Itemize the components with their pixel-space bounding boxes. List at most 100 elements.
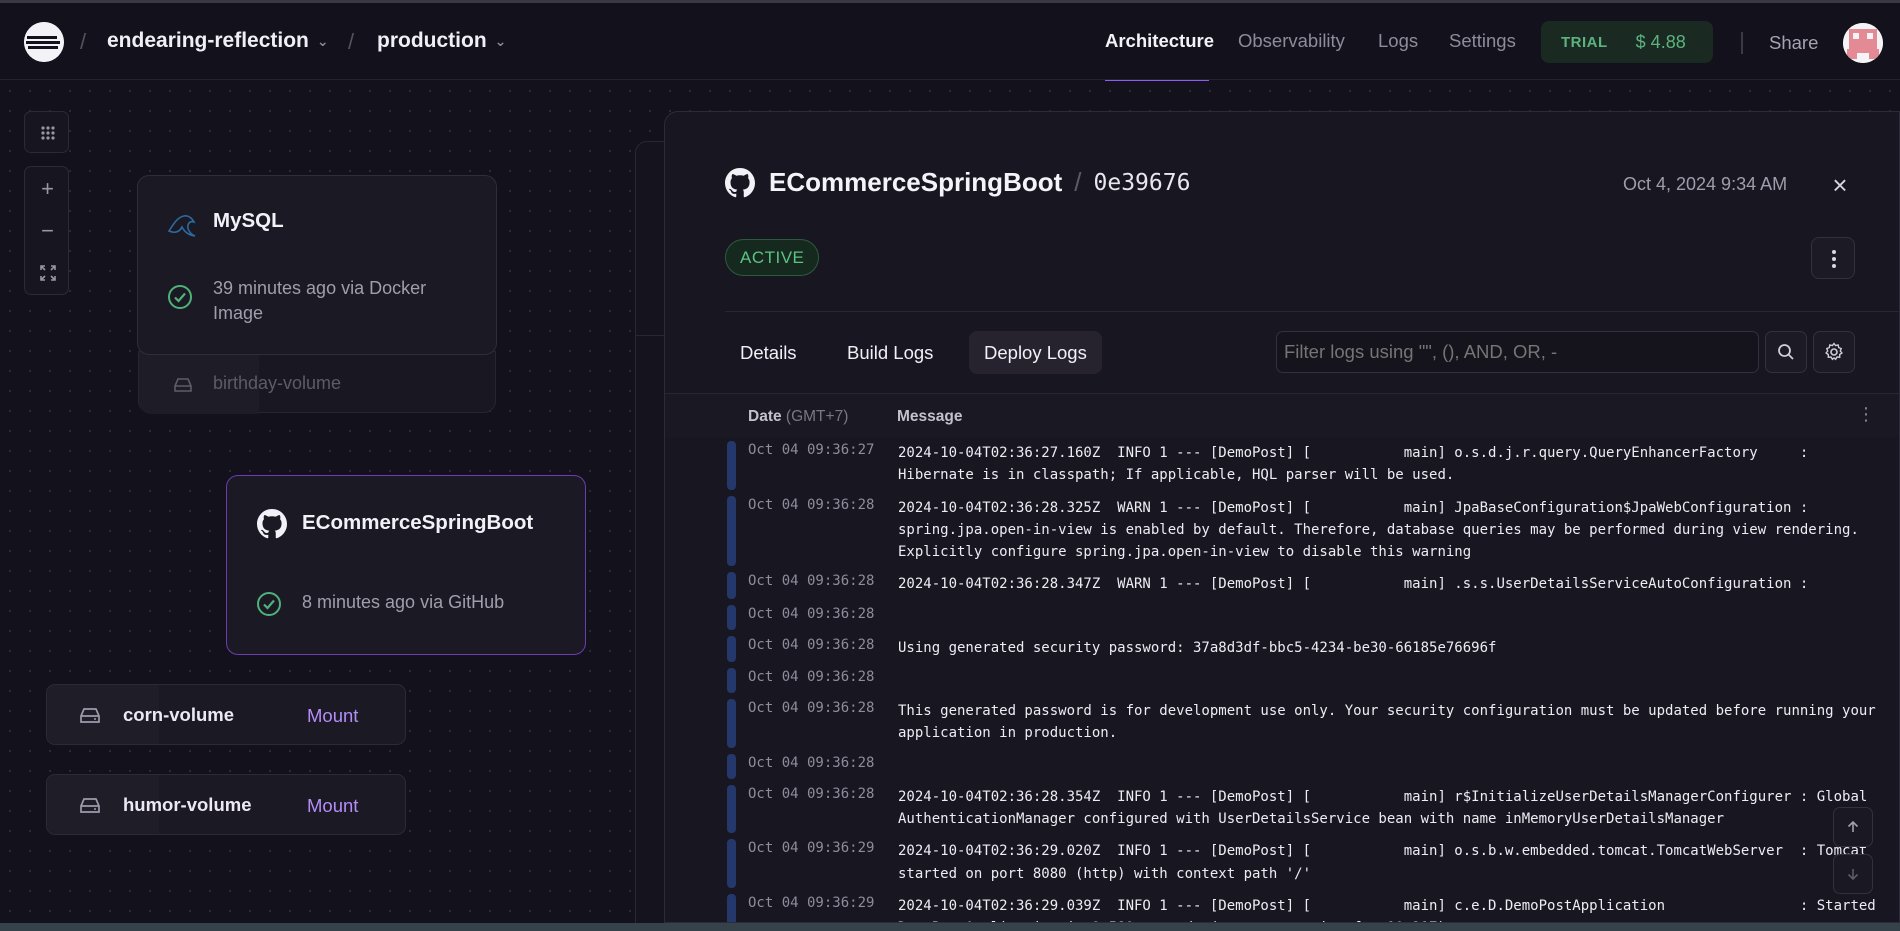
environment-name: production [377, 29, 487, 52]
title-separator: / [1074, 167, 1082, 197]
canvas-grid-button[interactable] [24, 111, 69, 153]
nav-observability[interactable]: Observability [1238, 30, 1345, 52]
log-message [898, 665, 1888, 696]
log-level-bar [727, 753, 736, 779]
log-row[interactable]: Oct 04 09:36:28 Using generated security … [665, 633, 1899, 665]
tab-deploy-logs[interactable]: Deploy Logs [969, 331, 1102, 374]
volume-humor[interactable]: humor-volume Mount [46, 774, 406, 835]
log-timestamp: Oct 04 09:36:27 [748, 442, 875, 458]
scroll-top-button[interactable] [1833, 807, 1873, 847]
log-row[interactable]: Oct 04 09:36:28 This generated password i… [665, 696, 1899, 751]
close-icon[interactable]: × [1827, 172, 1853, 198]
log-row[interactable]: Oct 04 09:36:28 2024-10-04T02:36:28.347Z … [665, 569, 1899, 601]
column-options-icon[interactable]: ⋮ [1857, 404, 1875, 425]
log-filter-input[interactable] [1276, 331, 1759, 373]
nav-logs[interactable]: Logs [1378, 30, 1418, 52]
log-message: 2024-10-04T02:36:27.160Z INFO 1 --- [Dem… [898, 445, 1817, 484]
log-table-header: Date (GMT+7) Message ⋮ [665, 393, 1899, 437]
log-row[interactable]: Oct 04 09:36:29 2024-10-04T02:36:29.039Z … [665, 891, 1899, 922]
top-header: / endearing-reflection ⌄ / production ⌄ … [0, 3, 1900, 82]
github-icon [725, 167, 755, 197]
volume-corn[interactable]: corn-volume Mount [46, 684, 406, 745]
log-row[interactable]: Oct 04 09:36:28 [665, 751, 1899, 782]
volume-name: corn-volume [123, 704, 235, 725]
ecommerce-title: ECommerceSpringBoot [302, 511, 534, 534]
success-check-icon [257, 592, 281, 616]
project-selector[interactable]: endearing-reflection ⌄ [107, 29, 329, 53]
commit-hash[interactable]: 0e39676 [1094, 170, 1191, 196]
log-timestamp: Oct 04 09:36:28 [748, 669, 875, 686]
volume-attachment-birthday[interactable]: birthday-volume [138, 351, 496, 414]
header-divider [1741, 32, 1743, 54]
nav-settings[interactable]: Settings [1449, 30, 1516, 52]
log-row[interactable]: Oct 04 09:36:27 2024-10-04T02:36:27.160Z … [665, 438, 1899, 493]
log-row[interactable]: Oct 04 09:36:28 [665, 665, 1899, 696]
mysql-service-card[interactable]: MySQL 39 minutes ago via Docker Image [137, 175, 497, 355]
log-timestamp: Oct 04 09:36:28 [748, 573, 875, 590]
log-timestamp: Oct 04 09:36:28 [748, 785, 875, 802]
mysql-status: 39 minutes ago via Docker Image [213, 278, 427, 323]
scroll-bottom-button[interactable] [1833, 854, 1873, 894]
search-button[interactable] [1765, 331, 1807, 373]
user-avatar[interactable] [1843, 23, 1883, 63]
log-message: 2024-10-04T02:36:29.039Z INFO 1 --- [Dem… [898, 897, 1876, 922]
nav-architecture[interactable]: Architecture [1105, 30, 1214, 52]
log-timestamp: Oct 04 09:36:28 [748, 496, 875, 513]
volume-name: birthday-volume [213, 373, 342, 393]
trial-label: TRIAL [1561, 33, 1608, 51]
volume-icon [80, 798, 100, 813]
breadcrumb-separator: / [348, 29, 355, 54]
search-icon [1778, 344, 1794, 360]
deployment-panel: ECommerceSpringBoot / 0e39676 Oct 4, 202… [664, 111, 1900, 923]
trial-credits[interactable]: TRIAL $ 4.88 [1541, 21, 1713, 63]
success-check-icon [168, 285, 192, 309]
arrow-down-icon [1847, 869, 1859, 881]
chevron-down-icon: ⌄ [494, 32, 507, 49]
service-name: ECommerceSpringBoot [769, 167, 1063, 197]
log-row[interactable]: Oct 04 09:36:29 2024-10-04T02:36:29.020Z … [665, 836, 1899, 891]
fit-view-icon[interactable] [25, 253, 70, 293]
log-level-bar [727, 604, 736, 630]
railway-logo-icon[interactable] [24, 22, 64, 62]
vertical-dots-icon [1832, 250, 1836, 268]
log-level-bar [727, 668, 736, 694]
log-timestamp: Oct 04 09:36:29 [748, 894, 875, 911]
log-message: 2024-10-04T02:36:28.354Z INFO 1 --- [Dem… [898, 788, 1876, 827]
volume-icon [80, 708, 100, 723]
tab-build-logs[interactable]: Build Logs [832, 331, 948, 374]
log-settings-button[interactable] [1813, 331, 1855, 373]
more-options-button[interactable] [1811, 237, 1855, 279]
log-message: 2024-10-04T02:36:28.325Z WARN 1 --- [Dem… [898, 499, 1868, 561]
mount-button[interactable]: Mount [307, 705, 358, 727]
breadcrumb-separator: / [80, 29, 87, 54]
log-row[interactable]: Oct 04 09:36:28 [665, 602, 1899, 633]
log-message: This generated password is for developme… [898, 703, 1885, 742]
panel-title: ECommerceSpringBoot / 0e39676 [725, 167, 1190, 198]
project-name: endearing-reflection [107, 29, 309, 52]
share-button[interactable]: Share [1769, 32, 1818, 54]
log-message: Using generated security password: 37a8d… [898, 639, 1497, 656]
log-timestamp: Oct 04 09:36:29 [748, 840, 875, 857]
volume-icon [174, 378, 192, 392]
log-message [898, 602, 1888, 633]
deployment-date: Oct 4, 2024 9:34 AM [1623, 174, 1788, 194]
log-level-bar [727, 441, 736, 490]
volume-name: humor-volume [123, 794, 252, 815]
tab-details[interactable]: Details [725, 331, 812, 374]
message-column-header: Message [897, 408, 963, 425]
log-row[interactable]: Oct 04 09:36:28 2024-10-04T02:36:28.354Z … [665, 782, 1899, 837]
log-row[interactable]: Oct 04 09:36:28 2024-10-04T02:36:28.325Z … [665, 493, 1899, 570]
zoom-in-icon[interactable]: + [25, 169, 70, 209]
environment-selector[interactable]: production ⌄ [377, 29, 506, 53]
log-level-bar [727, 839, 736, 888]
mount-button[interactable]: Mount [307, 795, 358, 817]
log-message [898, 751, 1888, 782]
status-badge: ACTIVE [725, 239, 820, 276]
mysql-dolphin-icon [167, 215, 196, 237]
log-timestamp: Oct 04 09:36:28 [748, 700, 875, 717]
ecommerce-service-card[interactable]: ECommerceSpringBoot 8 minutes ago via Gi… [226, 475, 586, 655]
mysql-title: MySQL [213, 209, 284, 232]
zoom-out-icon[interactable]: − [25, 211, 70, 251]
log-list[interactable]: Oct 04 09:36:27 2024-10-04T02:36:27.160Z … [665, 438, 1899, 922]
log-message: 2024-10-04T02:36:29.020Z INFO 1 --- [Dem… [898, 843, 1876, 882]
